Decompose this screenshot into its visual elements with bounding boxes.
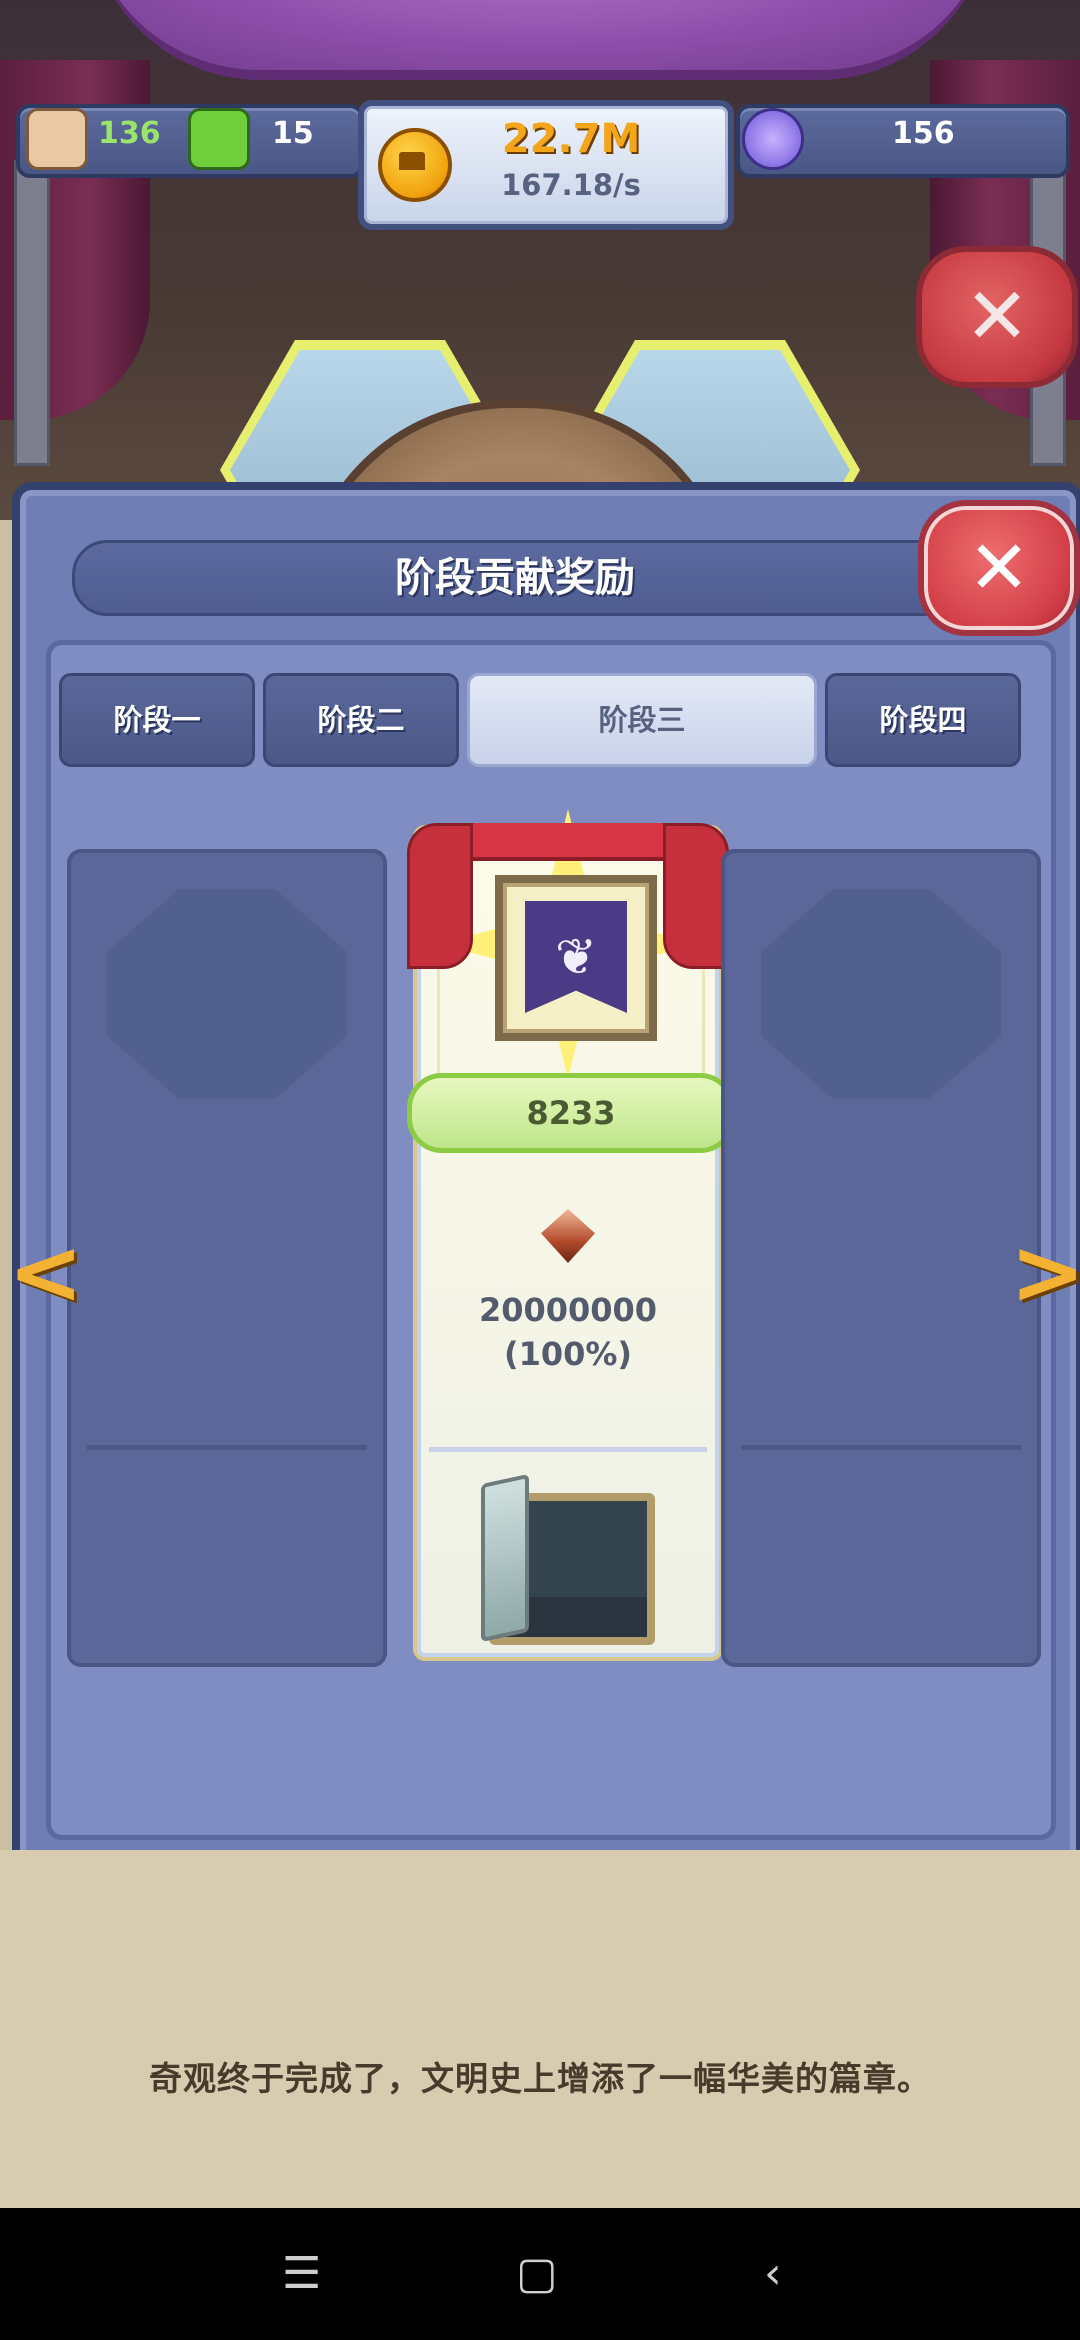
modal-title: 阶段贡献奖励 bbox=[72, 540, 958, 616]
population-value: 136 bbox=[98, 116, 161, 151]
population-icon bbox=[26, 108, 88, 170]
menu-icon[interactable]: ☰ bbox=[282, 2248, 321, 2299]
modal-close-button[interactable]: ✕ bbox=[918, 500, 1080, 636]
ribbon bbox=[457, 823, 679, 861]
stage-reward-modal: 阶段贡献奖励 ✕ 阶段一 阶段二 阶段三 阶段四 ❦ 8233 20000000… bbox=[12, 482, 1080, 1874]
banner-frame: ❦ bbox=[495, 875, 657, 1041]
reward-card-right[interactable] bbox=[721, 849, 1041, 1667]
crystal-icon bbox=[742, 108, 804, 170]
score-pill: 8233 bbox=[407, 1073, 735, 1153]
happiness-value: 15 bbox=[272, 116, 314, 151]
gold-panel[interactable]: 22.7M 167.18/s bbox=[358, 100, 734, 230]
prev-arrow-button[interactable]: < bbox=[8, 1220, 83, 1325]
tab-stage-3[interactable]: 阶段三 bbox=[467, 673, 817, 767]
next-arrow-button[interactable]: > bbox=[1010, 1220, 1080, 1325]
home-icon[interactable]: ▢ bbox=[516, 2248, 558, 2299]
dome-roof bbox=[90, 0, 990, 80]
background-scene bbox=[0, 0, 1080, 636]
close-icon: ✕ bbox=[967, 525, 1030, 611]
story-caption: 奇观终于完成了，文明史上增添了一幅华美的篇章。 bbox=[149, 2059, 931, 2098]
reward-card-left[interactable] bbox=[67, 849, 387, 1667]
progress-percent: (100%) bbox=[503, 1335, 633, 1373]
requirement-value: 20000000 bbox=[478, 1291, 658, 1329]
gold-amount: 22.7M bbox=[501, 116, 641, 162]
tab-stage-1[interactable]: 阶段一 bbox=[59, 673, 255, 767]
close-icon[interactable]: ✕ bbox=[916, 246, 1078, 388]
ore-gem-icon bbox=[541, 1209, 595, 1263]
gold-rate: 167.18/s bbox=[501, 168, 641, 202]
system-nav-bar: ☰ ▢ ‹ bbox=[0, 2208, 1080, 2340]
tab-stage-4[interactable]: 阶段四 bbox=[825, 673, 1021, 767]
content-frame: 阶段一 阶段二 阶段三 阶段四 ❦ 8233 20000000 (100%) bbox=[46, 640, 1056, 1840]
back-icon[interactable]: ‹ bbox=[764, 2248, 782, 2299]
tab-stage-2[interactable]: 阶段二 bbox=[263, 673, 459, 767]
pillar-left bbox=[14, 160, 50, 466]
background-ground bbox=[0, 1850, 1080, 2210]
phoenix-banner-icon: ❦ bbox=[525, 901, 627, 1013]
reward-card-center[interactable]: ❦ 8233 20000000 (100%) bbox=[407, 809, 735, 1661]
gems-value: 156 bbox=[892, 116, 955, 151]
happiness-icon bbox=[188, 108, 250, 170]
